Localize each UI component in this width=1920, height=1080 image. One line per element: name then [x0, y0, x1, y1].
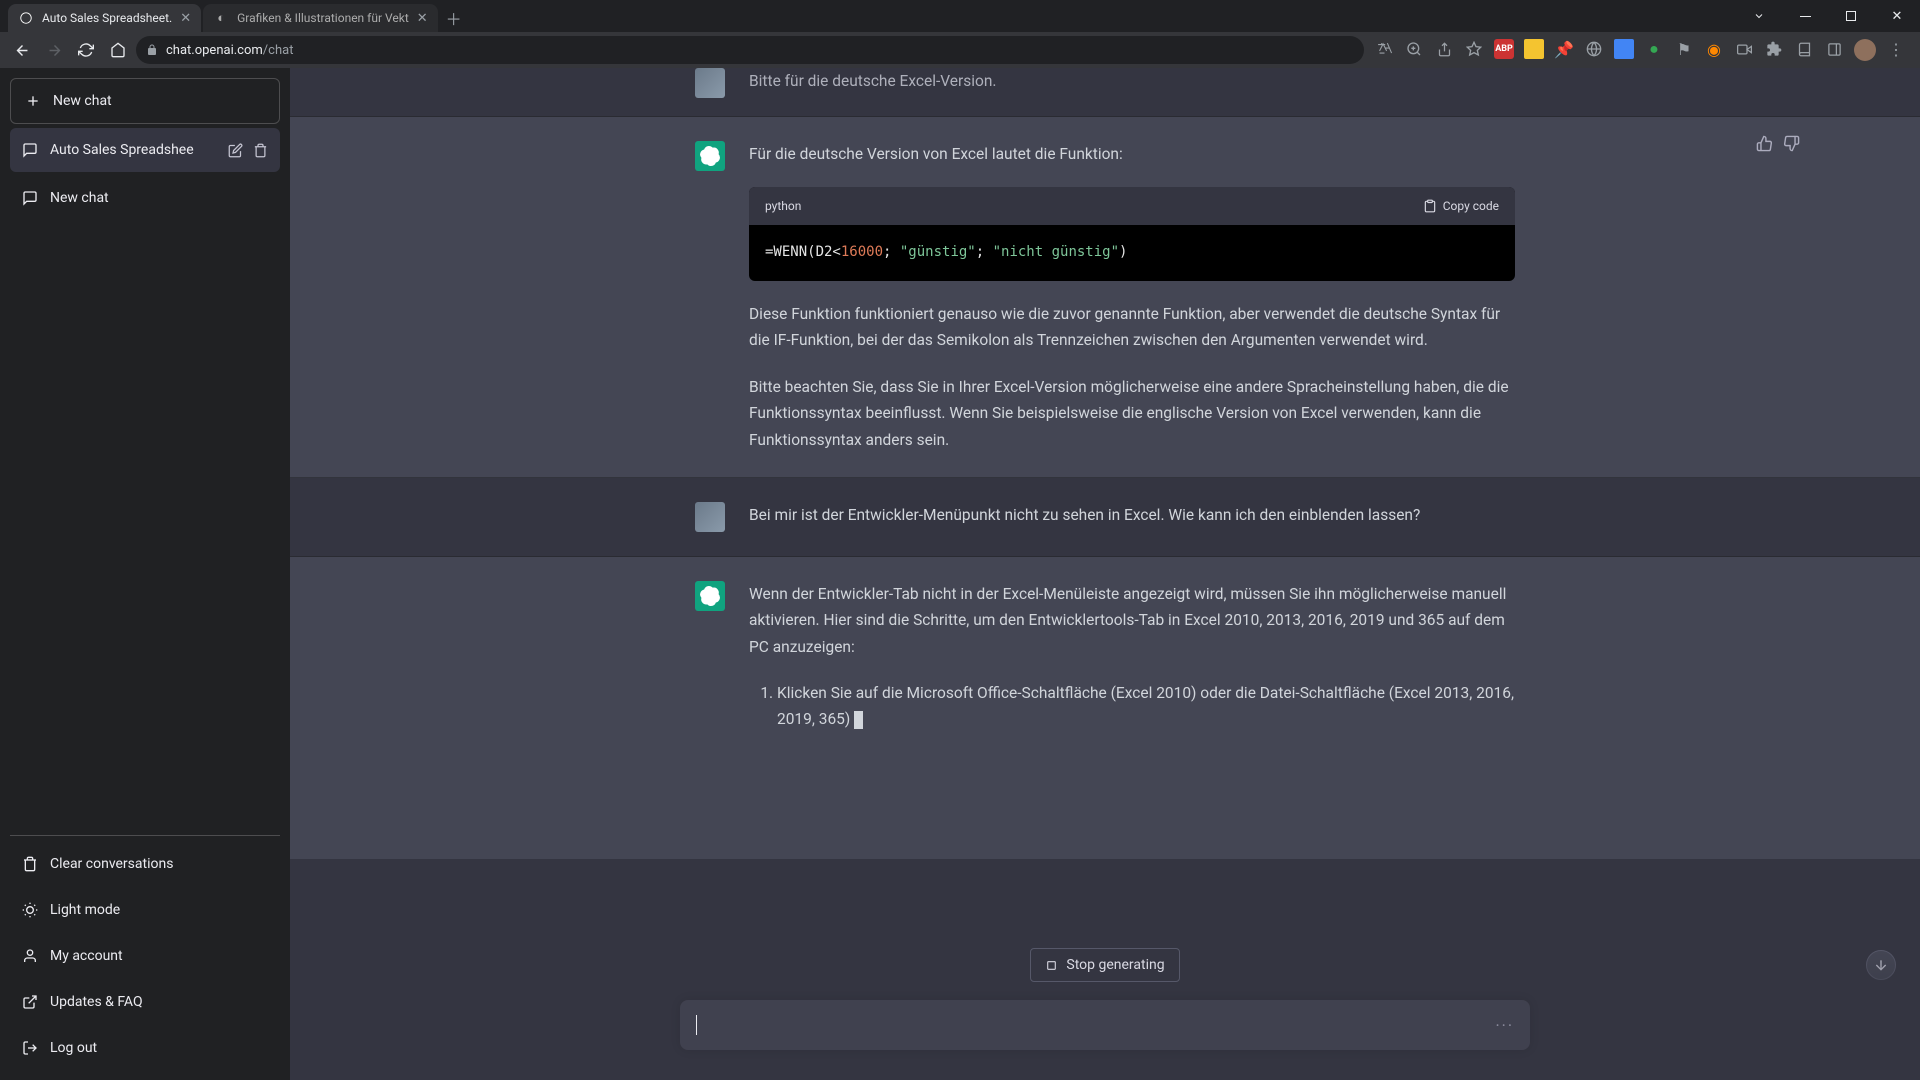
trash-icon[interactable] — [253, 143, 268, 158]
new-chat-label: New chat — [53, 93, 112, 109]
chat-history-item[interactable]: New chat — [10, 176, 280, 220]
extension-blue-icon[interactable] — [1614, 39, 1634, 59]
chat-item-label: Auto Sales Spreadshee — [50, 142, 216, 158]
logout-button[interactable]: Log out — [10, 1026, 280, 1070]
url-text: chat.openai.com/chat — [166, 43, 293, 58]
zoom-icon[interactable] — [1404, 39, 1424, 59]
message-text: Für die deutsche Version von Excel laute… — [749, 141, 1515, 167]
list-item: Klicken Sie auf die Microsoft Office-Sch… — [777, 680, 1515, 733]
new-chat-button[interactable]: New chat — [10, 78, 280, 124]
extension-orange-icon[interactable]: ◉ — [1704, 39, 1724, 59]
message-text: Bei mir ist der Entwickler-Menüpunkt nic… — [749, 502, 1515, 532]
message-row-assistant: Wenn der Entwickler-Tab nicht in der Exc… — [290, 557, 1920, 859]
sidepanel-icon[interactable] — [1824, 39, 1844, 59]
chat-icon — [22, 142, 38, 158]
message-text: Diese Funktion funktioniert genauso wie … — [749, 301, 1515, 354]
external-link-icon — [22, 994, 38, 1010]
code-content: =WENN(D2<16000; "günstig"; "nicht günsti… — [749, 225, 1515, 281]
tab-title: Grafiken & Illustrationen für Vekt — [237, 11, 409, 25]
back-button[interactable] — [8, 36, 36, 64]
extension-notes-icon[interactable] — [1524, 39, 1544, 59]
user-icon — [22, 948, 38, 964]
reading-list-icon[interactable] — [1794, 39, 1814, 59]
openai-favicon-icon — [18, 10, 34, 26]
assistant-avatar — [695, 581, 725, 611]
message-row-assistant: Für die deutsche Version von Excel laute… — [290, 117, 1920, 478]
extension-flag-icon[interactable]: ⚑ — [1674, 39, 1694, 59]
footer-label: Updates & FAQ — [50, 994, 143, 1010]
extension-pin-icon[interactable]: 📌 — [1554, 39, 1574, 59]
maximize-button[interactable] — [1828, 0, 1874, 32]
footer-label: My account — [50, 948, 123, 964]
copy-code-button[interactable]: Copy code — [1423, 196, 1499, 216]
chat-item-label: New chat — [50, 190, 268, 206]
light-mode-button[interactable]: Light mode — [10, 888, 280, 932]
message-input[interactable]: ··· — [680, 1000, 1530, 1050]
close-icon[interactable]: ✕ — [417, 11, 428, 26]
code-language-label: python — [765, 196, 801, 216]
close-icon[interactable]: ✕ — [180, 11, 191, 26]
extension-adblock-icon[interactable]: ABP — [1494, 39, 1514, 59]
stop-icon — [1045, 959, 1058, 972]
lock-icon — [146, 44, 158, 56]
footer-label: Log out — [50, 1040, 97, 1056]
extension-green-icon[interactable]: ● — [1644, 39, 1664, 59]
message-text: Bitte beachten Sie, dass Sie in Ihrer Ex… — [749, 374, 1515, 453]
chat-icon — [22, 190, 38, 206]
extension-camera-icon[interactable] — [1734, 39, 1754, 59]
message-row-user: Bitte für die deutsche Excel-Version. — [290, 68, 1920, 117]
tab-title: Auto Sales Spreadsheet. — [42, 11, 172, 25]
assistant-avatar — [695, 141, 725, 171]
footer-label: Clear conversations — [50, 856, 173, 872]
kebab-menu-icon[interactable]: ⋮ — [1886, 39, 1906, 59]
updates-faq-button[interactable]: Updates & FAQ — [10, 980, 280, 1024]
code-block: python Copy code =WENN(D2<16000; "günsti… — [749, 187, 1515, 281]
clipboard-icon — [1423, 199, 1437, 213]
user-avatar — [695, 68, 725, 98]
main-content: Bitte für die deutsche Excel-Version. — [290, 68, 1920, 1080]
extensions-puzzle-icon[interactable] — [1764, 39, 1784, 59]
stop-generating-button[interactable]: Stop generating — [1030, 948, 1179, 982]
input-more-icon[interactable]: ··· — [1495, 1016, 1514, 1035]
share-icon[interactable] — [1434, 39, 1454, 59]
footer-label: Light mode — [50, 902, 120, 918]
forward-button[interactable] — [40, 36, 68, 64]
sun-icon — [22, 902, 38, 918]
clear-conversations-button[interactable]: Clear conversations — [10, 842, 280, 886]
window-titlebar: Auto Sales Spreadsheet. ✕ ◐ Grafiken & I… — [0, 0, 1920, 32]
logout-icon — [22, 1040, 38, 1056]
address-bar: chat.openai.com/chat ABP 📌 ● ⚑ ◉ — [0, 32, 1920, 68]
minimize-button[interactable] — [1782, 0, 1828, 32]
streaming-cursor-icon — [854, 711, 863, 729]
thumbs-down-icon[interactable] — [1783, 135, 1800, 152]
extension-globe-icon[interactable] — [1584, 39, 1604, 59]
plus-icon — [25, 93, 41, 109]
trash-icon — [22, 856, 38, 872]
star-icon[interactable] — [1464, 39, 1484, 59]
chat-history-item[interactable]: Auto Sales Spreadshee — [10, 128, 280, 172]
user-avatar — [695, 502, 725, 532]
browser-tab-active[interactable]: Auto Sales Spreadsheet. ✕ — [8, 4, 201, 32]
sidebar: New chat Auto Sales Spreadshee New chat — [0, 68, 290, 1080]
reload-button[interactable] — [72, 36, 100, 64]
new-tab-button[interactable]: ＋ — [440, 4, 468, 32]
translate-icon[interactable] — [1374, 39, 1394, 59]
home-button[interactable] — [104, 36, 132, 64]
message-text: Bitte für die deutsche Excel-Version. — [749, 68, 1515, 98]
dark-favicon-icon: ◐ — [213, 10, 229, 26]
my-account-button[interactable]: My account — [10, 934, 280, 978]
message-row-user: Bei mir ist der Entwickler-Menüpunkt nic… — [290, 478, 1920, 557]
thumbs-up-icon[interactable] — [1756, 135, 1773, 152]
window-close-button[interactable]: ✕ — [1874, 0, 1920, 32]
text-caret — [696, 1015, 697, 1035]
url-input[interactable]: chat.openai.com/chat — [136, 36, 1364, 64]
profile-avatar[interactable] — [1854, 39, 1876, 61]
tab-search-icon[interactable] — [1736, 0, 1782, 32]
edit-icon[interactable] — [228, 143, 243, 158]
browser-tab-inactive[interactable]: ◐ Grafiken & Illustrationen für Vekt ✕ — [203, 4, 438, 32]
message-text: Wenn der Entwickler-Tab nicht in der Exc… — [749, 581, 1515, 660]
